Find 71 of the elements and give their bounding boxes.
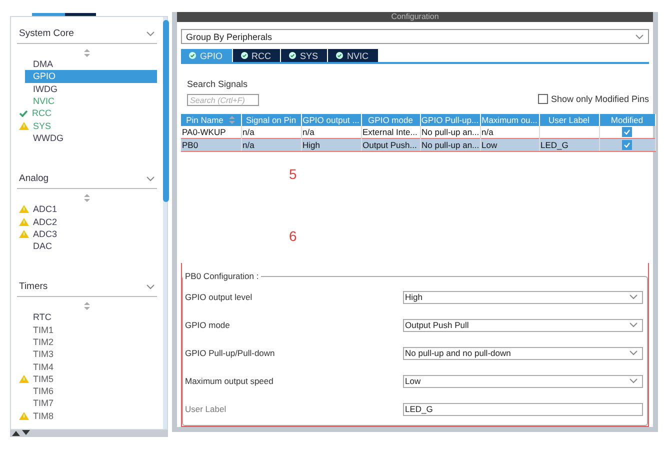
sidebar-item[interactable]: TIM6 xyxy=(29,385,54,398)
sort-icon[interactable] xyxy=(229,116,236,124)
sidebar-item[interactable]: ADC2 xyxy=(29,215,58,228)
field-label: GPIO mode xyxy=(185,320,230,330)
chevron-down-icon xyxy=(146,176,155,182)
tab[interactable]: RCC xyxy=(232,49,280,62)
tab[interactable]: NVIC xyxy=(328,49,378,62)
table-cell: LED_G xyxy=(539,138,599,152)
panel-title: Configuration xyxy=(177,12,653,22)
sidebar-item[interactable]: DAC xyxy=(29,240,52,252)
sidebar-item[interactable]: TIM2 xyxy=(29,336,54,348)
table-cell: No pull-up an... xyxy=(420,138,480,152)
search-field[interactable]: Search (Crtl+F) xyxy=(187,94,259,106)
sidebar-item[interactable]: DMA xyxy=(29,58,53,70)
section-header[interactable]: System Core xyxy=(17,25,157,44)
table-cell: Output Push... xyxy=(361,138,420,152)
check-circle-icon xyxy=(289,52,296,59)
table-cell: High xyxy=(301,138,361,152)
checkbox[interactable] xyxy=(538,94,548,104)
chevron-down-icon xyxy=(629,322,638,328)
sidebar-item[interactable]: IWDG xyxy=(29,82,58,95)
chevron-down-icon xyxy=(629,294,638,300)
scrollbar[interactable] xyxy=(163,17,167,429)
table-cell: Low xyxy=(480,138,539,152)
sidebar-item[interactable]: ADC3 xyxy=(29,228,58,240)
chevron-down-icon xyxy=(146,30,155,36)
dropdown[interactable]: Output Push Pull xyxy=(403,318,643,332)
sidebar-item[interactable]: RTC xyxy=(29,311,52,324)
input-field[interactable]: LED_G xyxy=(403,402,643,416)
section-header[interactable]: Timers xyxy=(17,278,157,298)
sort-icon[interactable] xyxy=(84,49,90,57)
dropdown[interactable]: Low xyxy=(403,374,643,388)
modified-checkbox[interactable] xyxy=(622,140,632,150)
show-modified-checkbox[interactable]: Show only Modified Pins xyxy=(538,94,649,104)
section-title: System Core xyxy=(19,28,74,39)
modified-checkbox[interactable] xyxy=(622,127,632,138)
field-label: User Label xyxy=(185,404,226,414)
sort-icon[interactable] xyxy=(84,194,90,202)
scroll-thumb[interactable] xyxy=(163,20,169,202)
sidebar-item[interactable]: TIM1 xyxy=(29,324,54,336)
check-circle-icon xyxy=(336,52,344,59)
search-label: Search Signals xyxy=(187,79,249,89)
sidebar-item[interactable]: ADC1 xyxy=(29,203,58,216)
group-by-dropdown[interactable]: Group By Peripherals xyxy=(181,29,649,44)
section-title: Analog xyxy=(19,173,49,184)
group-title: PB0 Configuration : xyxy=(184,271,260,281)
field-label: Maximum output speed xyxy=(185,376,274,386)
tab[interactable]: SYS xyxy=(281,49,328,62)
table-cell: n/a xyxy=(241,138,301,152)
field-label: GPIO Pull-up/Pull-down xyxy=(185,348,275,358)
field-label: GPIO output level xyxy=(185,292,252,302)
dropdown[interactable]: No pull-up and no pull-down xyxy=(403,346,643,360)
section-title: Timers xyxy=(19,281,48,292)
sidebar-item[interactable]: TIM8 xyxy=(29,410,54,422)
chevron-down-icon xyxy=(146,284,155,290)
annotation-number: 5 xyxy=(289,166,297,182)
chevron-down-icon xyxy=(629,378,638,384)
chevron-down-icon xyxy=(629,350,638,356)
sidebar-item[interactable]: TIM5 xyxy=(29,372,54,386)
sidebar-item[interactable]: TIM4 xyxy=(29,360,54,373)
sidebar-item[interactable]: WWDG xyxy=(29,132,64,144)
sidebar-item[interactable]: TIM3 xyxy=(29,348,54,360)
table-cell: PB0 xyxy=(181,138,241,152)
check-circle-icon xyxy=(240,52,248,59)
check-circle-icon xyxy=(189,52,196,59)
section-header[interactable]: Analog xyxy=(17,170,157,190)
chevron-down-icon xyxy=(635,34,644,40)
sort-icon[interactable] xyxy=(84,302,90,310)
sidebar-item[interactable]: TIM7 xyxy=(29,397,54,410)
dropdown[interactable]: High xyxy=(403,290,643,304)
annotation-number: 6 xyxy=(289,228,297,244)
